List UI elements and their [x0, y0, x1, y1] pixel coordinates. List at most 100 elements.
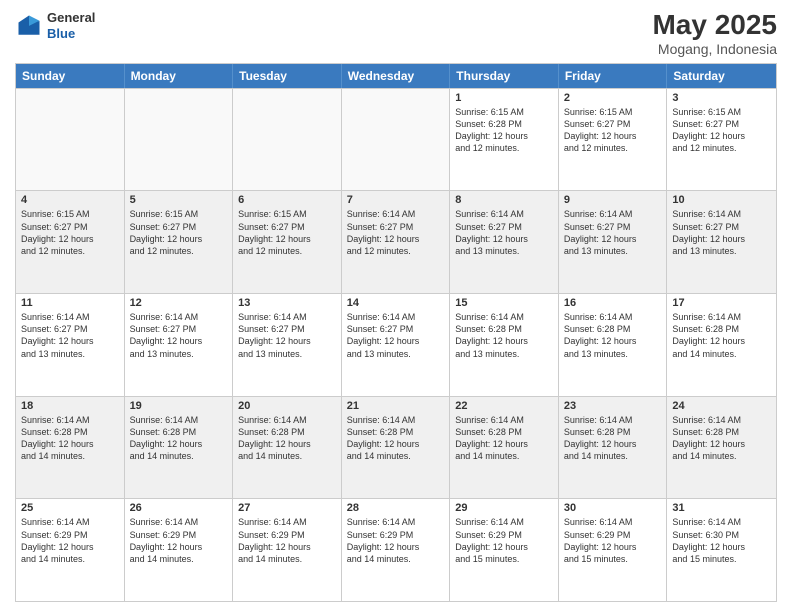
calendar-day-9: 9Sunrise: 6:14 AM Sunset: 6:27 PM Daylig… [559, 191, 668, 293]
title-block: May 2025 Mogang, Indonesia [652, 10, 777, 57]
day-number: 21 [347, 400, 445, 412]
day-number: 25 [21, 502, 119, 514]
logo-general: General [47, 10, 95, 25]
daylight-hours: Sunrise: 6:14 AM Sunset: 6:28 PM Dayligh… [21, 414, 119, 463]
daylight-hours: Sunrise: 6:15 AM Sunset: 6:28 PM Dayligh… [455, 106, 553, 155]
calendar-day-16: 16 Sunrise: 6:14 AM Sunset: 6:28 PM Dayli… [559, 294, 668, 396]
daylight-hours: Sunrise: 6:15 AM Sunset: 6:27 PM Dayligh… [672, 106, 771, 155]
empty-cell [125, 89, 234, 191]
day-number: 18 [21, 400, 119, 412]
calendar-day-15: 15Sunrise: 6:14 AM Sunset: 6:28 PM Dayli… [450, 294, 559, 396]
day-number: 22 [455, 400, 553, 412]
calendar-body: 1 Sunrise: 6:15 AM Sunset: 6:28 PM Daylig… [16, 88, 776, 601]
day-number: 12 [130, 297, 228, 309]
calendar-day-3: 3 Sunrise: 6:15 AM Sunset: 6:27 PM Daylig… [667, 89, 776, 191]
day-of-week-tuesday: Tuesday [233, 64, 342, 88]
calendar-day-8: 8 Sunrise: 6:14 AM Sunset: 6:27 PM Daylig… [450, 191, 559, 293]
calendar-day-21: 21 Sunrise: 6:14 AM Sunset: 6:28 PM Dayli… [342, 397, 451, 499]
day-number: 4 [21, 194, 119, 206]
empty-cell [233, 89, 342, 191]
calendar-day-19: 19Sunrise: 6:14 AM Sunset: 6:28 PM Dayli… [125, 397, 234, 499]
logo-icon [15, 12, 43, 40]
day-number: 1 [455, 92, 553, 104]
day-number: 7 [347, 194, 445, 206]
calendar-day-6: 6 Sunrise: 6:15 AM Sunset: 6:27 PM Daylig… [233, 191, 342, 293]
calendar-day-17: 17Sunrise: 6:14 AM Sunset: 6:28 PM Dayli… [667, 294, 776, 396]
day-of-week-monday: Monday [125, 64, 234, 88]
daylight-hours: Sunrise: 6:14 AM Sunset: 6:29 PM Dayligh… [455, 516, 553, 565]
day-number: 17 [672, 297, 771, 309]
day-number: 6 [238, 194, 336, 206]
month-year-title: May 2025 [652, 10, 777, 41]
day-number: 28 [347, 502, 445, 514]
daylight-hours: Sunrise: 6:14 AM Sunset: 6:27 PM Dayligh… [672, 208, 771, 257]
daylight-hours: Sunrise: 6:15 AM Sunset: 6:27 PM Dayligh… [564, 106, 662, 155]
day-of-week-saturday: Saturday [667, 64, 776, 88]
calendar-day-25: 25Sunrise: 6:14 AM Sunset: 6:29 PM Dayli… [16, 499, 125, 601]
daylight-hours: Sunrise: 6:14 AM Sunset: 6:27 PM Dayligh… [347, 311, 445, 360]
day-number: 16 [564, 297, 662, 309]
calendar-day-2: 2 Sunrise: 6:15 AM Sunset: 6:27 PM Daylig… [559, 89, 668, 191]
daylight-hours: Sunrise: 6:14 AM Sunset: 6:27 PM Dayligh… [21, 311, 119, 360]
day-number: 13 [238, 297, 336, 309]
daylight-hours: Sunrise: 6:14 AM Sunset: 6:28 PM Dayligh… [564, 311, 662, 360]
calendar: SundayMondayTuesdayWednesdayThursdayFrid… [15, 63, 777, 602]
daylight-hours: Sunrise: 6:14 AM Sunset: 6:28 PM Dayligh… [455, 311, 553, 360]
daylight-hours: Sunrise: 6:14 AM Sunset: 6:29 PM Dayligh… [238, 516, 336, 565]
day-number: 26 [130, 502, 228, 514]
day-number: 23 [564, 400, 662, 412]
calendar-week-2: 4 Sunrise: 6:15 AM Sunset: 6:27 PM Daylig… [16, 190, 776, 293]
day-of-week-wednesday: Wednesday [342, 64, 451, 88]
daylight-hours: Sunrise: 6:14 AM Sunset: 6:29 PM Dayligh… [347, 516, 445, 565]
calendar-day-30: 30 Sunrise: 6:14 AM Sunset: 6:29 PM Dayli… [559, 499, 668, 601]
calendar-day-18: 18 Sunrise: 6:14 AM Sunset: 6:28 PM Dayli… [16, 397, 125, 499]
daylight-hours: Sunrise: 6:15 AM Sunset: 6:27 PM Dayligh… [238, 208, 336, 257]
logo: General Blue [15, 10, 95, 41]
calendar-day-5: 5Sunrise: 6:15 AM Sunset: 6:27 PM Daylig… [125, 191, 234, 293]
calendar-day-29: 29 Sunrise: 6:14 AM Sunset: 6:29 PM Dayli… [450, 499, 559, 601]
daylight-hours: Sunrise: 6:14 AM Sunset: 6:29 PM Dayligh… [130, 516, 228, 565]
daylight-hours: Sunrise: 6:14 AM Sunset: 6:27 PM Dayligh… [238, 311, 336, 360]
day-number: 30 [564, 502, 662, 514]
daylight-hours: Sunrise: 6:14 AM Sunset: 6:27 PM Dayligh… [564, 208, 662, 257]
calendar-day-26: 26 Sunrise: 6:14 AM Sunset: 6:29 PM Dayli… [125, 499, 234, 601]
day-of-week-friday: Friday [559, 64, 668, 88]
header: General Blue May 2025 Mogang, Indonesia [15, 10, 777, 57]
calendar-week-1: 1 Sunrise: 6:15 AM Sunset: 6:28 PM Daylig… [16, 88, 776, 191]
daylight-hours: Sunrise: 6:15 AM Sunset: 6:27 PM Dayligh… [21, 208, 119, 257]
day-number: 29 [455, 502, 553, 514]
daylight-hours: Sunrise: 6:14 AM Sunset: 6:28 PM Dayligh… [564, 414, 662, 463]
empty-cell [16, 89, 125, 191]
calendar-week-5: 25 Sunrise: 6:14 AM Sunset: 6:29 PM Dayli… [16, 498, 776, 601]
calendar-day-11: 11Sunrise: 6:14 AM Sunset: 6:27 PM Dayli… [16, 294, 125, 396]
daylight-hours: Sunrise: 6:14 AM Sunset: 6:29 PM Dayligh… [564, 516, 662, 565]
day-number: 3 [672, 92, 771, 104]
empty-cell [342, 89, 451, 191]
day-of-week-sunday: Sunday [16, 64, 125, 88]
calendar-day-23: 23 Sunrise: 6:14 AM Sunset: 6:28 PM Dayli… [559, 397, 668, 499]
day-number: 10 [672, 194, 771, 206]
day-number: 2 [564, 92, 662, 104]
day-number: 8 [455, 194, 553, 206]
day-number: 20 [238, 400, 336, 412]
location: Mogang, Indonesia [652, 41, 777, 57]
daylight-hours: Sunrise: 6:14 AM Sunset: 6:27 PM Dayligh… [347, 208, 445, 257]
day-number: 31 [672, 502, 771, 514]
page: General Blue May 2025 Mogang, Indonesia … [0, 0, 792, 612]
calendar-day-13: 13 Sunrise: 6:14 AM Sunset: 6:27 PM Dayli… [233, 294, 342, 396]
calendar-day-7: 7 Sunrise: 6:14 AM Sunset: 6:27 PM Daylig… [342, 191, 451, 293]
calendar-day-10: 10 Sunrise: 6:14 AM Sunset: 6:27 PM Dayli… [667, 191, 776, 293]
logo-blue: Blue [47, 26, 75, 41]
calendar-day-22: 22 Sunrise: 6:14 AM Sunset: 6:28 PM Dayli… [450, 397, 559, 499]
calendar-day-31: 31 Sunrise: 6:14 AM Sunset: 6:30 PM Dayli… [667, 499, 776, 601]
calendar-day-27: 27Sunrise: 6:14 AM Sunset: 6:29 PM Dayli… [233, 499, 342, 601]
calendar-day-24: 24Sunrise: 6:14 AM Sunset: 6:28 PM Dayli… [667, 397, 776, 499]
day-number: 19 [130, 400, 228, 412]
daylight-hours: Sunrise: 6:14 AM Sunset: 6:28 PM Dayligh… [455, 414, 553, 463]
calendar-week-3: 11Sunrise: 6:14 AM Sunset: 6:27 PM Dayli… [16, 293, 776, 396]
calendar-day-1: 1 Sunrise: 6:15 AM Sunset: 6:28 PM Daylig… [450, 89, 559, 191]
daylight-hours: Sunrise: 6:14 AM Sunset: 6:30 PM Dayligh… [672, 516, 771, 565]
daylight-hours: Sunrise: 6:14 AM Sunset: 6:27 PM Dayligh… [455, 208, 553, 257]
calendar-day-14: 14Sunrise: 6:14 AM Sunset: 6:27 PM Dayli… [342, 294, 451, 396]
daylight-hours: Sunrise: 6:14 AM Sunset: 6:28 PM Dayligh… [347, 414, 445, 463]
